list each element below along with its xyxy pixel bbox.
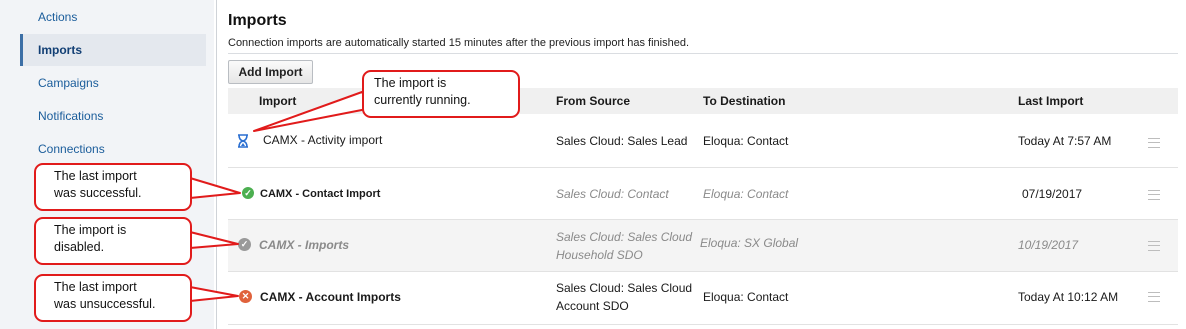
- page-title: Imports: [228, 12, 287, 29]
- callout-disabled-line1: The import is: [54, 223, 127, 237]
- from-source: Sales Cloud: Sales Cloud Household SDO: [556, 228, 692, 264]
- sidebar-item-actions[interactable]: Actions: [20, 1, 206, 33]
- column-header-to-destination[interactable]: To Destination: [703, 94, 785, 108]
- import-name[interactable]: CAMX - Activity import: [263, 131, 382, 149]
- last-import: Today At 7:57 AM: [1018, 134, 1112, 148]
- check-circle-icon: ✓: [242, 187, 254, 199]
- import-name[interactable]: CAMX - Contact Import: [260, 185, 380, 203]
- sidebar-divider: [216, 0, 217, 329]
- hourglass-icon: [237, 134, 249, 148]
- header-divider: [228, 53, 1178, 54]
- callout-unsuccessful-line2: was unsuccessful.: [54, 297, 156, 311]
- to-destination: Eloqua: Contact: [703, 134, 789, 148]
- to-destination: Eloqua: Contact: [703, 187, 789, 201]
- sidebar-item-notifications[interactable]: Notifications: [20, 100, 206, 132]
- callout-running: The import is currently running.: [362, 70, 520, 118]
- from-source: Sales Cloud: Contact: [556, 187, 669, 201]
- sidebar-item-connections[interactable]: Connections: [20, 133, 206, 165]
- to-destination: Eloqua: Contact: [703, 290, 789, 304]
- callout-running-line1: The import is: [374, 76, 447, 90]
- last-import: Today At 10:12 AM: [1018, 290, 1119, 304]
- add-import-button[interactable]: Add Import: [228, 60, 313, 84]
- from-source-line2: Account SDO: [556, 299, 629, 313]
- drag-handle-icon[interactable]: [1148, 190, 1160, 200]
- from-source-line2: Household SDO: [556, 248, 643, 262]
- callout-disabled-line2: disabled.: [54, 240, 105, 254]
- from-source: Sales Cloud: Sales Lead: [556, 134, 688, 148]
- from-source-line1: Sales Cloud: Sales Cloud: [556, 281, 693, 295]
- import-name[interactable]: CAMX - Account Imports: [260, 288, 401, 306]
- drag-handle-icon[interactable]: [1148, 138, 1160, 148]
- disabled-check-icon: ✓: [238, 238, 251, 251]
- last-import: 10/19/2017: [1018, 238, 1079, 252]
- callout-unsuccessful: The last import was unsuccessful.: [34, 274, 192, 322]
- to-destination: Eloqua: SX Global: [700, 236, 799, 250]
- callout-successful-line2: was successful.: [54, 186, 142, 200]
- from-source: Sales Cloud: Sales Cloud Account SDO: [556, 279, 692, 315]
- from-source-line1: Sales Cloud: Sales Cloud: [556, 230, 693, 244]
- callout-successful-line1: The last import: [54, 169, 137, 183]
- table-row[interactable]: ✕ CAMX - Account Imports Sales Cloud: Sa…: [228, 272, 1178, 325]
- callout-unsuccessful-line1: The last import: [54, 280, 137, 294]
- column-header-from-source[interactable]: From Source: [556, 94, 630, 108]
- last-import: 07/19/2017: [1022, 187, 1083, 201]
- sidebar-item-campaigns[interactable]: Campaigns: [20, 67, 206, 99]
- column-header-import[interactable]: Import: [259, 94, 296, 108]
- callout-disabled: The import is disabled.: [34, 217, 192, 265]
- callout-running-line2: currently running.: [374, 93, 471, 107]
- table-row[interactable]: ✓ CAMX - Contact Import Sales Cloud: Con…: [228, 168, 1178, 220]
- column-header-last-import[interactable]: Last Import: [1018, 94, 1083, 108]
- sidebar-item-imports[interactable]: Imports: [20, 34, 206, 66]
- page-subtitle: Connection imports are automatically sta…: [228, 37, 690, 49]
- error-x-icon: ✕: [239, 290, 252, 303]
- drag-handle-icon[interactable]: [1148, 241, 1160, 251]
- callout-successful: The last import was successful.: [34, 163, 192, 211]
- table-row[interactable]: ✓ CAMX - Imports Sales Cloud: Sales Clou…: [228, 220, 1178, 272]
- drag-handle-icon[interactable]: [1148, 292, 1160, 302]
- import-name[interactable]: CAMX - Imports: [259, 236, 349, 254]
- table-row[interactable]: CAMX - Activity import Sales Cloud: Sale…: [228, 114, 1178, 168]
